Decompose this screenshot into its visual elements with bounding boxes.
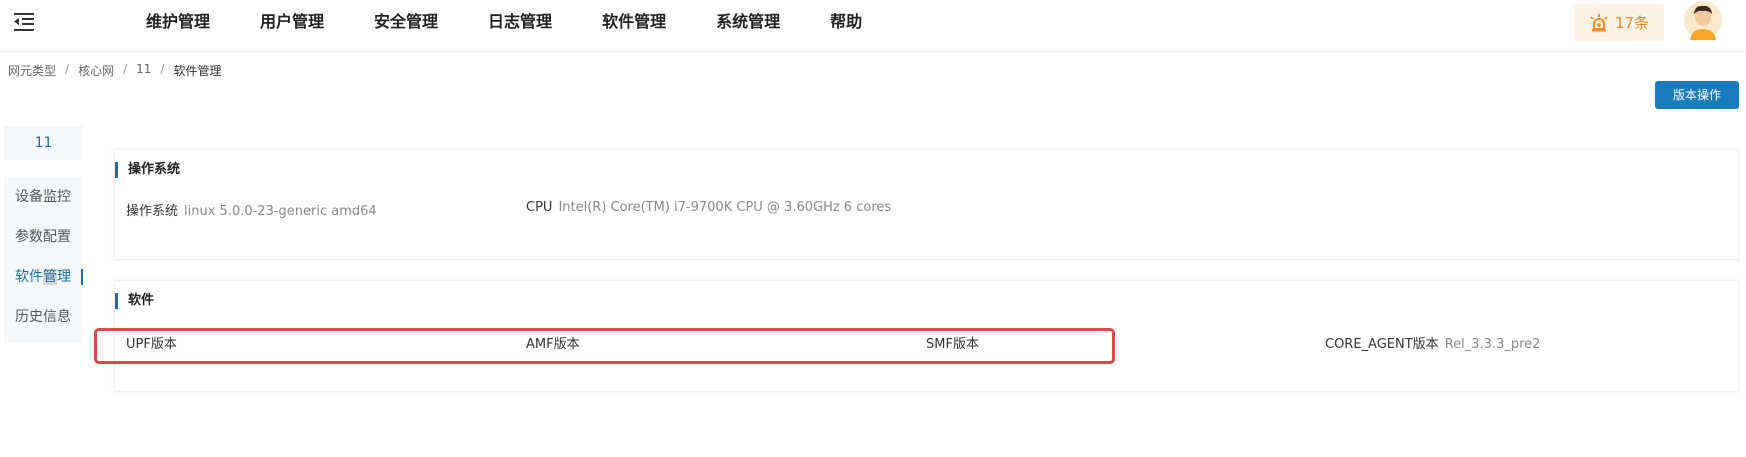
ne-name-badge: 11	[4, 126, 83, 160]
cpu-value: Intel(R) Core(TM) i7-9700K CPU @ 3.60GHz…	[558, 200, 892, 215]
breadcrumb-ne-type[interactable]: 网元类型	[8, 62, 56, 79]
sidebar: 设备监控 参数配置 软件管理 历史信息	[4, 177, 83, 343]
nav-item-software[interactable]: 软件管理	[602, 0, 666, 44]
core-agent-version-label: CORE_AGENT版本	[1325, 337, 1439, 352]
sidebar-item-param-config[interactable]: 参数配置	[4, 217, 83, 257]
breadcrumb-separator: /	[160, 62, 165, 76]
os-label: 操作系统	[126, 204, 179, 219]
os-card-title: 操作系统	[115, 162, 180, 178]
alarm-count: 17条	[1614, 14, 1650, 32]
top-bar: 维护管理 用户管理 安全管理 日志管理 软件管理 系统管理 帮助 17条	[0, 0, 1746, 52]
breadcrumb-current: 软件管理	[173, 64, 222, 78]
core-agent-version-field: CORE_AGENT版本 Rel_3.3.3_pre2	[1325, 333, 1540, 352]
software-card-title: 软件	[115, 293, 154, 309]
alarm-button[interactable]: 17条	[1574, 4, 1664, 41]
nav-item-users[interactable]: 用户管理	[260, 0, 324, 44]
nav-item-system[interactable]: 系统管理	[716, 0, 780, 44]
os-card: 操作系统 操作系统 linux 5.0.0-23-generic amd64 CP…	[114, 149, 1739, 260]
breadcrumb: 网元类型 / 核心网 / 11 / 软件管理	[8, 62, 221, 79]
breadcrumb-core-network[interactable]: 核心网	[78, 62, 114, 79]
cpu-label: CPU	[526, 200, 553, 215]
nav-item-security[interactable]: 安全管理	[374, 0, 438, 44]
nav-item-logs[interactable]: 日志管理	[488, 0, 552, 44]
sidebar-item-software[interactable]: 软件管理	[4, 257, 83, 297]
sidebar-item-history[interactable]: 历史信息	[4, 297, 83, 337]
sidebar-item-label: 软件	[15, 269, 43, 285]
nav-item-help[interactable]: 帮助	[830, 0, 862, 44]
breadcrumb-separator: /	[65, 62, 70, 76]
core-agent-version-value: Rel_3.3.3_pre2	[1444, 337, 1541, 352]
cpu-field: CPU Intel(R) Core(TM) i7-9700K CPU @ 3.60…	[526, 200, 891, 215]
sidebar-item-label: 理	[57, 269, 71, 285]
version-operation-button[interactable]: 版本操作	[1655, 81, 1739, 109]
selected-text: 管	[43, 269, 57, 285]
breadcrumb-ne[interactable]: 11	[136, 62, 151, 79]
user-avatar[interactable]	[1684, 0, 1722, 40]
os-field: 操作系统 linux 5.0.0-23-generic amd64	[126, 200, 377, 219]
breadcrumb-separator: /	[123, 62, 128, 76]
alarm-siren-icon	[1590, 13, 1608, 31]
main-nav: 维护管理 用户管理 安全管理 日志管理 软件管理 系统管理 帮助	[146, 0, 912, 44]
os-value: linux 5.0.0-23-generic amd64	[184, 204, 377, 219]
sidebar-item-device-monitor[interactable]: 设备监控	[4, 177, 83, 217]
highlight-annotation-box	[94, 328, 1115, 364]
nav-item-maintenance[interactable]: 维护管理	[146, 0, 210, 44]
menu-collapse-icon[interactable]	[12, 12, 36, 32]
